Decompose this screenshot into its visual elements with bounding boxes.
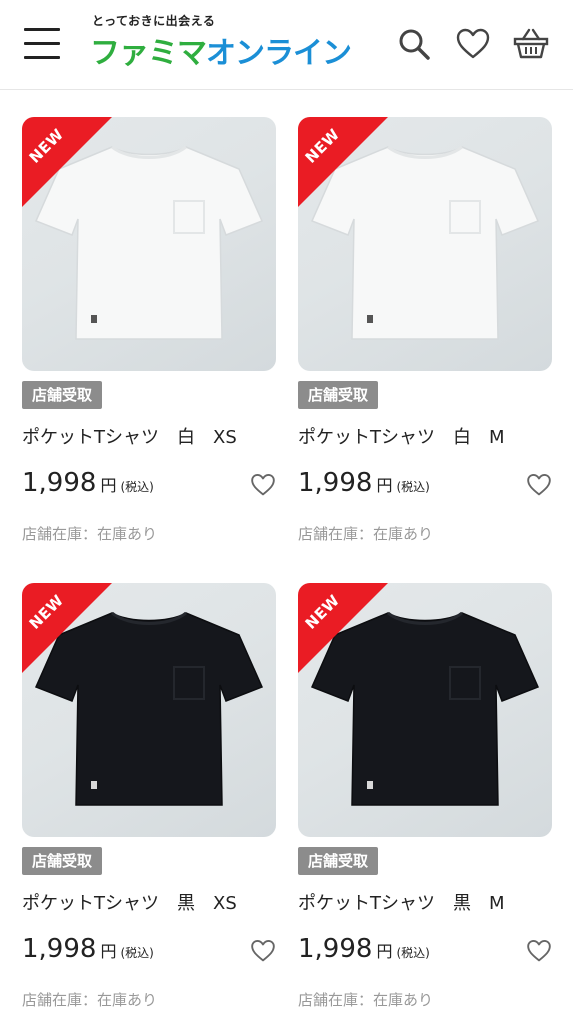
- store-pickup-tag: 店舗受取: [298, 381, 379, 409]
- product-card[interactable]: NEW 店舗受取 ポケットTシャツ 黒 XS 1,998 円 (税込) 店舗在庫：在…: [22, 583, 276, 1023]
- product-name[interactable]: ポケットTシャツ 白 XS: [22, 423, 276, 449]
- product-image[interactable]: NEW: [22, 583, 276, 837]
- store-pickup-tag: 店舗受取: [298, 847, 379, 875]
- product-price: 1,998 円 (税込): [22, 934, 154, 964]
- store-pickup-tag: 店舗受取: [22, 847, 103, 875]
- basket-icon[interactable]: [513, 26, 549, 62]
- new-badge: NEW: [298, 117, 388, 207]
- store-pickup-tag: 店舗受取: [22, 381, 103, 409]
- price-currency: 円: [100, 476, 117, 495]
- price-value: 1,998: [22, 934, 97, 964]
- stock-status: 店舗在庫：在庫あり: [298, 525, 434, 543]
- product-name[interactable]: ポケットTシャツ 白 M: [298, 423, 552, 449]
- product-image[interactable]: NEW: [298, 117, 552, 371]
- menu-icon[interactable]: [24, 26, 60, 60]
- product-card[interactable]: NEW 店舗受取 ポケットTシャツ 白 XS 1,998 円 (税込) 店舗在庫：在…: [22, 117, 276, 557]
- price-currency: 円: [376, 942, 393, 961]
- search-icon[interactable]: [396, 26, 432, 62]
- favorite-heart-icon[interactable]: [526, 938, 552, 964]
- stock-status: 店舗在庫：在庫あり: [22, 525, 158, 543]
- price-tax-note: (税込): [396, 946, 430, 960]
- app-header: とっておきに出会える ファミマオンライン: [0, 0, 573, 90]
- product-name[interactable]: ポケットTシャツ 黒 M: [298, 889, 552, 915]
- price-tax-note: (税込): [396, 480, 430, 494]
- product-card[interactable]: NEW 店舗受取 ポケットTシャツ 黒 M 1,998 円 (税込) 店舗在庫：在庫…: [298, 583, 552, 1023]
- new-badge: NEW: [298, 583, 388, 673]
- favorite-heart-icon[interactable]: [526, 472, 552, 498]
- product-card[interactable]: NEW 店舗受取 ポケットTシャツ 白 M 1,998 円 (税込) 店舗在庫：在庫…: [298, 117, 552, 557]
- product-image[interactable]: NEW: [22, 117, 276, 371]
- site-logo[interactable]: とっておきに出会える ファミマオンライン: [90, 10, 352, 71]
- product-price: 1,998 円 (税込): [298, 934, 430, 964]
- price-currency: 円: [100, 942, 117, 961]
- favorites-heart-icon[interactable]: [455, 26, 491, 62]
- new-badge: NEW: [22, 583, 112, 673]
- stock-status: 店舗在庫：在庫あり: [298, 991, 434, 1009]
- price-value: 1,998: [22, 468, 97, 498]
- price-value: 1,998: [298, 934, 373, 964]
- price-tax-note: (税込): [120, 480, 154, 494]
- logo-wordmark: ファミマオンライン: [90, 36, 352, 71]
- price-tax-note: (税込): [120, 946, 154, 960]
- product-price: 1,998 円 (税込): [22, 468, 154, 498]
- product-price: 1,998 円 (税込): [298, 468, 430, 498]
- price-currency: 円: [376, 476, 393, 495]
- new-badge: NEW: [22, 117, 112, 207]
- product-name[interactable]: ポケットTシャツ 黒 XS: [22, 889, 276, 915]
- product-image[interactable]: NEW: [298, 583, 552, 837]
- favorite-heart-icon[interactable]: [250, 938, 276, 964]
- favorite-heart-icon[interactable]: [250, 472, 276, 498]
- price-value: 1,998: [298, 468, 373, 498]
- logo-tagline: とっておきに出会える: [92, 14, 216, 28]
- stock-status: 店舗在庫：在庫あり: [22, 991, 158, 1009]
